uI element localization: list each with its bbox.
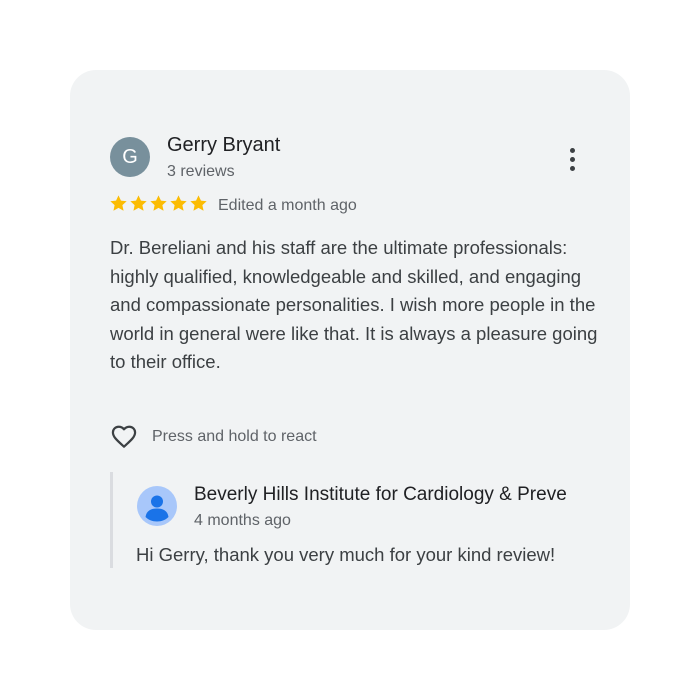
owner-name[interactable]: Beverly Hills Institute for Cardiology &…	[194, 484, 567, 506]
star-icon	[170, 195, 187, 211]
review-timestamp: Edited a month ago	[218, 197, 357, 214]
heart-outline-icon[interactable]	[109, 423, 139, 451]
owner-reply: Beverly Hills Institute for Cardiology &…	[110, 472, 603, 568]
review-text: Dr. Bereliani and his staff are the ulti…	[110, 237, 598, 373]
person-avatar-icon[interactable]	[137, 486, 177, 526]
more-vert-icon	[569, 147, 575, 153]
star-icon	[130, 195, 147, 211]
reply-text: Hi Gerry, thank you very much for your k…	[136, 544, 556, 565]
reviewer-avatar[interactable]: G	[110, 137, 150, 177]
more-options-button[interactable]	[562, 144, 582, 174]
star-icon	[190, 195, 207, 211]
reply-timestamp: 4 months ago	[194, 512, 291, 529]
reviewer-name[interactable]: Gerry Bryant	[167, 134, 280, 157]
react-label[interactable]: Press and hold to react	[152, 428, 317, 446]
star-icon	[150, 195, 167, 211]
star-icon	[110, 195, 127, 211]
review-card: G Gerry Bryant 3 reviews Edited a month …	[70, 70, 630, 630]
star-rating	[109, 194, 208, 216]
reviewer-review-count[interactable]: 3 reviews	[167, 163, 235, 181]
